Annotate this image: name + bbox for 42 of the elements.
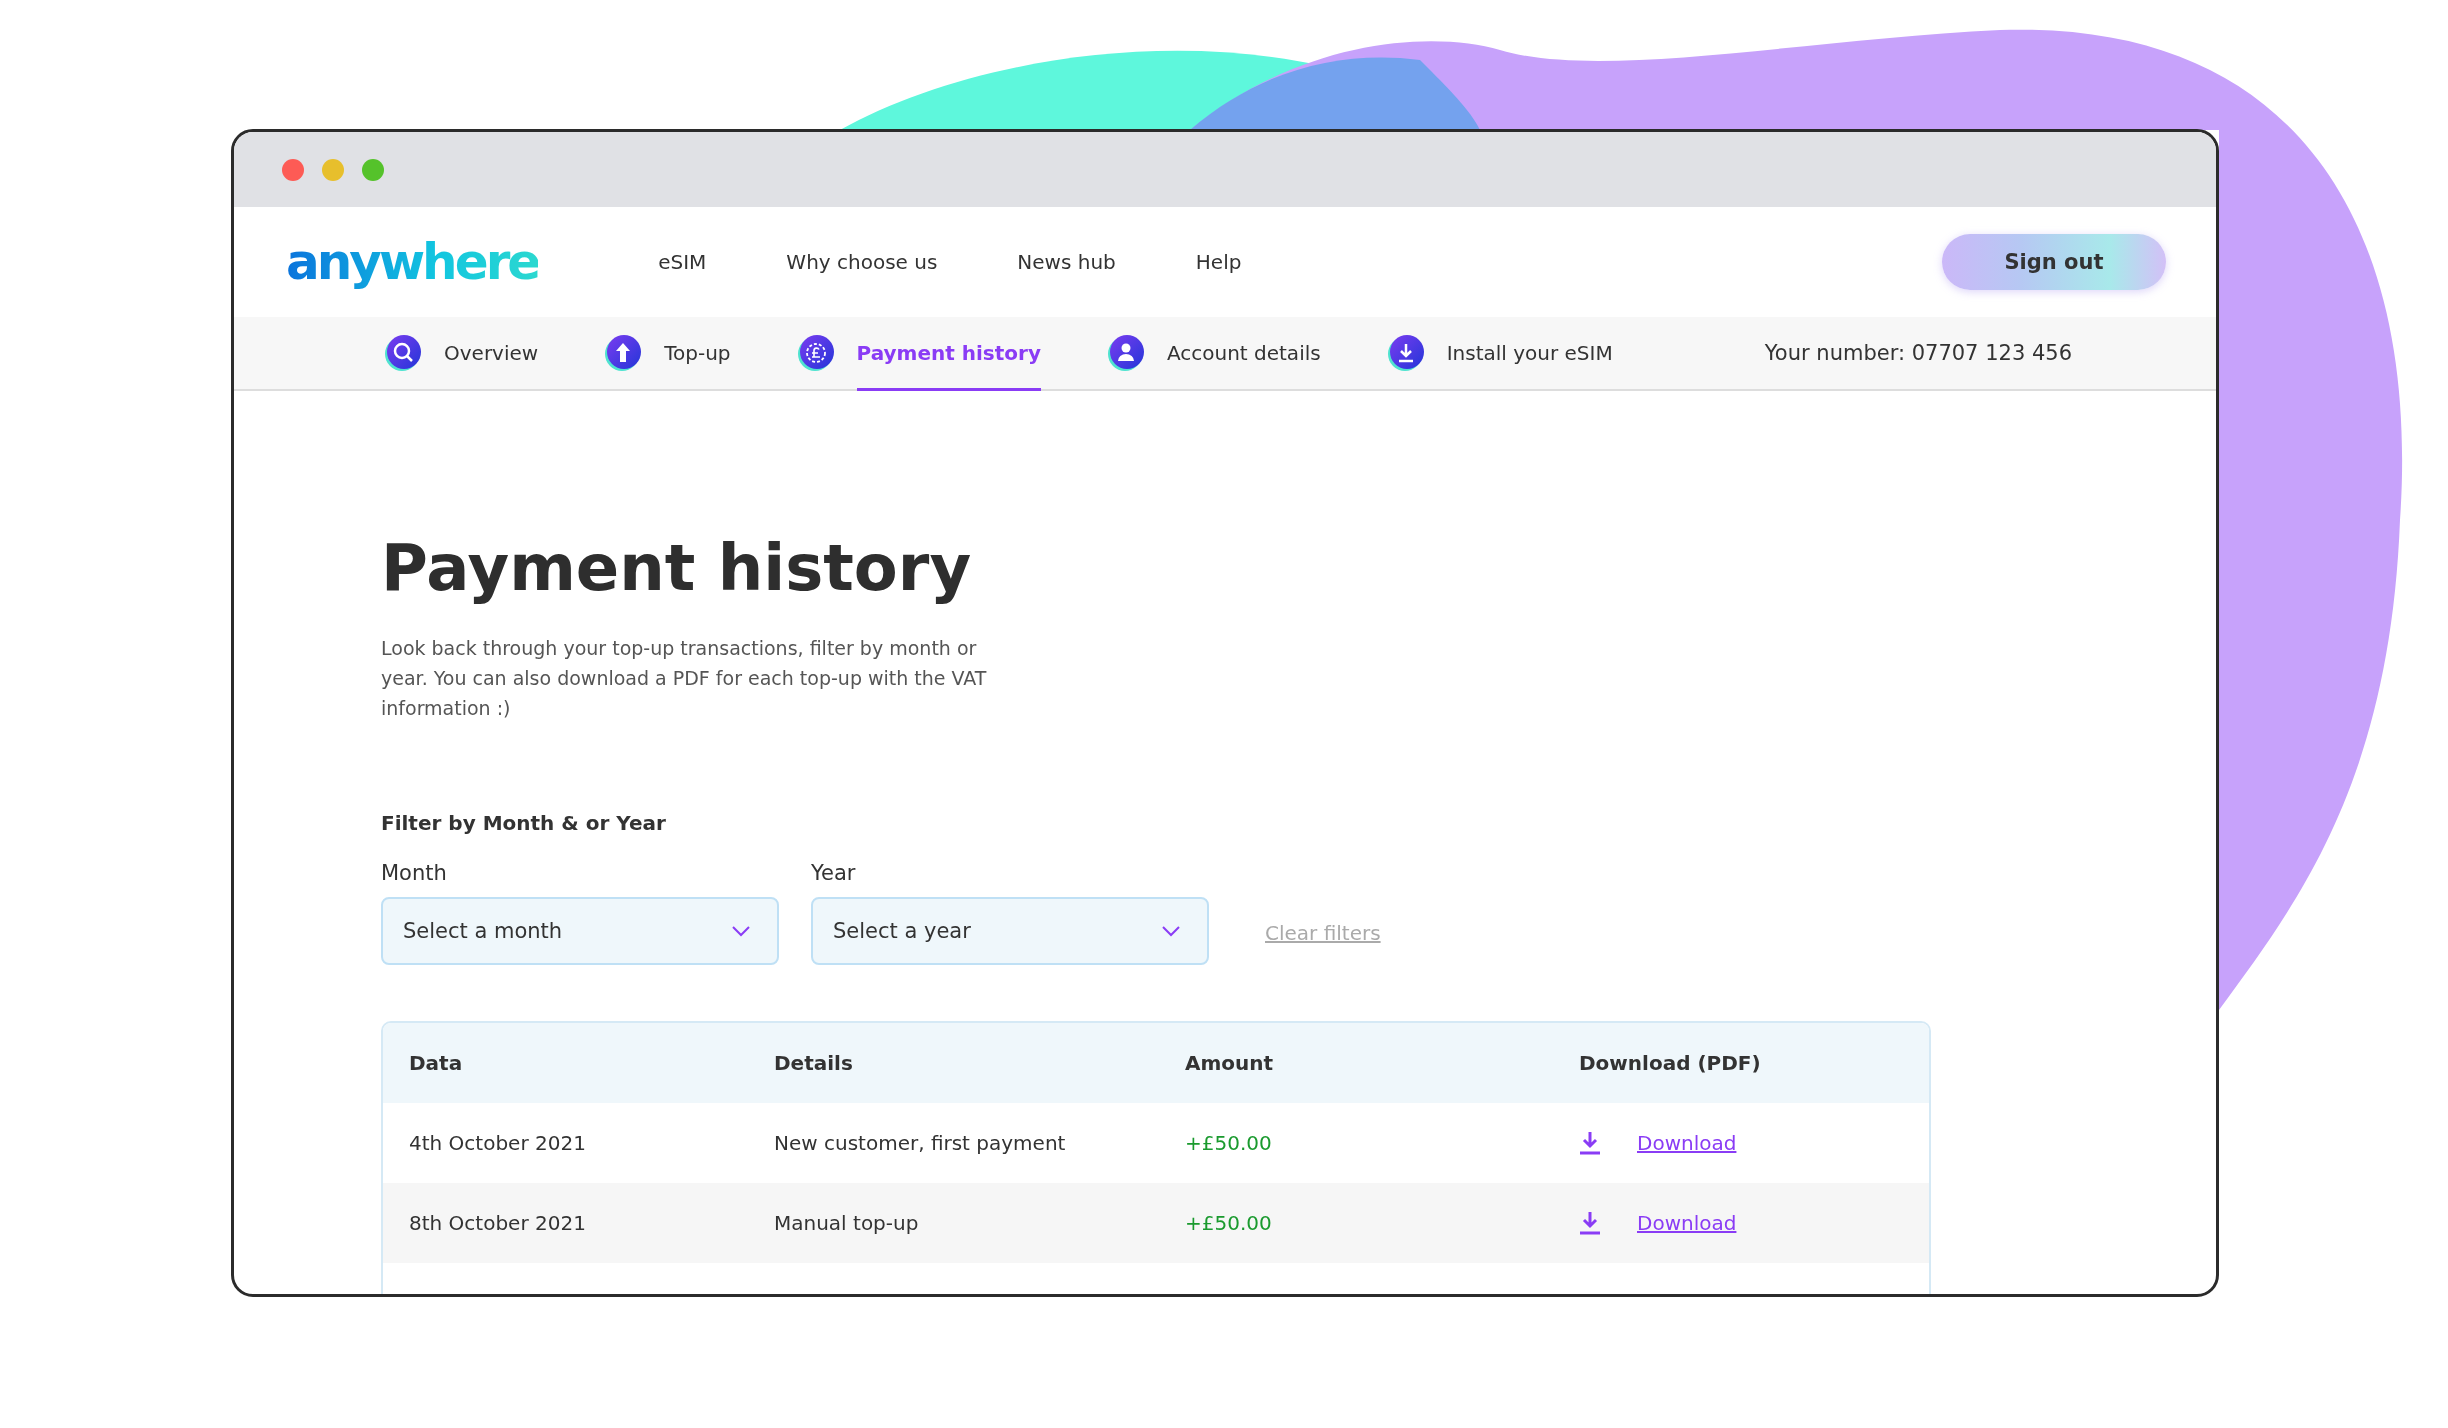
- amount-cell-text: +£50.00: [1185, 1211, 1273, 1235]
- intro-text: Look back through your top-up transactions, filter by month or year. You can also download a PDF for each top-up with the VAT information :): [381, 636, 988, 721]
- download-link[interactable]: Download: [1637, 1131, 1737, 1155]
- download-link[interactable]: Download: [1637, 1211, 1737, 1235]
- nav-link[interactable]: Help: [1195, 250, 1242, 274]
- tab[interactable]: Overview: [384, 317, 539, 389]
- arrow-up-icon: [604, 334, 643, 372]
- details-cell-text: New customer, first payment: [774, 1131, 1067, 1155]
- filter-heading: Filter by Month & or Year: [381, 811, 667, 835]
- field-label: Month: [381, 861, 448, 885]
- nav-link[interactable]: eSIM: [658, 250, 707, 274]
- date-cell-text: 8th October 2021: [409, 1211, 587, 1235]
- download-icon[interactable]: [1579, 1131, 1601, 1155]
- field-label: Year: [811, 861, 857, 885]
- sign-out-button[interactable]: Sign out: [1942, 234, 2166, 290]
- column-header: Download (PDF): [1579, 1051, 1762, 1075]
- date-cell-text: 4th October 2021: [409, 1131, 587, 1155]
- window-control-icon[interactable]: [362, 158, 384, 181]
- page-title: Payment history: [381, 531, 973, 605]
- details-cell-text: Manual top-up: [774, 1211, 920, 1235]
- chevron-down-icon: [731, 925, 751, 937]
- chevron-down-icon: [1161, 925, 1181, 937]
- download-icon: [1386, 334, 1425, 372]
- nav-link[interactable]: Why choose us: [786, 250, 938, 274]
- tab[interactable]: Top-up: [604, 317, 731, 389]
- tab[interactable]: Account details: [1106, 317, 1321, 389]
- column-header: Data: [409, 1051, 464, 1075]
- window-control-icon[interactable]: [322, 158, 344, 181]
- person-icon: [1106, 334, 1145, 372]
- amount-cell-text: +£50.00: [1185, 1131, 1273, 1155]
- select-field[interactable]: Select a month: [381, 897, 779, 965]
- search-icon: [384, 334, 422, 372]
- tab[interactable]: Install your eSIM: [1386, 317, 1613, 389]
- column-header: Details: [774, 1051, 854, 1075]
- phone-number: Your number: 07707 123 456: [1764, 341, 2072, 365]
- column-header: Amount: [1185, 1051, 1275, 1075]
- select-field[interactable]: Select a year: [811, 897, 1209, 965]
- nav-link[interactable]: News hub: [1017, 250, 1116, 274]
- window-control-icon[interactable]: [282, 158, 304, 181]
- pound-icon: [796, 334, 835, 372]
- tab[interactable]: Payment history: [796, 317, 1041, 389]
- download-icon[interactable]: [1579, 1211, 1601, 1235]
